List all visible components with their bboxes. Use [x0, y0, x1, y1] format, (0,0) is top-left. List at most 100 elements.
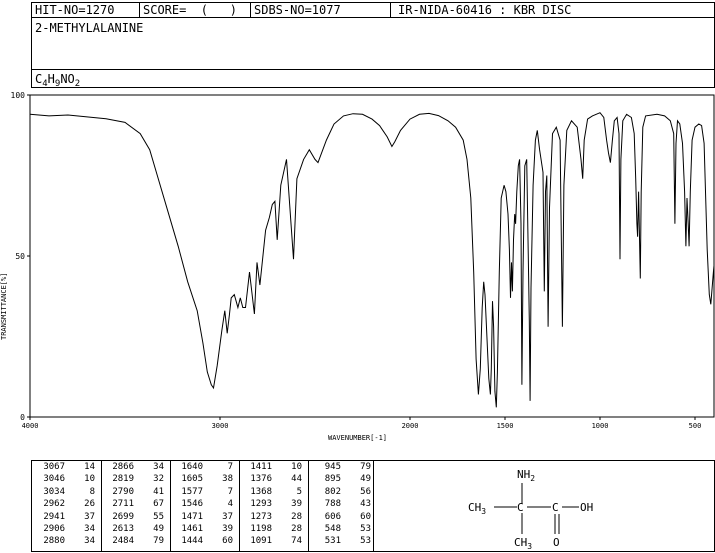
- peak-transmittance: 53: [360, 536, 371, 547]
- y-tick-label: 100: [11, 91, 26, 100]
- peak-transmittance: 28: [291, 524, 302, 534]
- peak-wavenumber: 1293: [250, 499, 272, 510]
- peak-transmittance: 10: [84, 474, 95, 485]
- header-sep-3: [390, 2, 391, 18]
- peak-wavenumber: 531: [324, 536, 341, 547]
- peak-wavenumber: 3067: [43, 462, 65, 472]
- peak-transmittance: 10: [291, 462, 302, 472]
- peak-table-column-separator: [239, 460, 240, 552]
- peak-wavenumber: 2941: [43, 511, 65, 522]
- header-divider-top: [31, 17, 715, 18]
- peak-transmittance: 49: [360, 474, 371, 485]
- structure-diagram: NH2 CH3 C C OH CH3 O: [468, 468, 593, 551]
- peak-wavenumber: 1605: [181, 474, 203, 485]
- peak-transmittance: 38: [222, 474, 233, 485]
- x-tick-label: 4000: [22, 422, 39, 430]
- peak-wavenumber: 945: [324, 462, 341, 472]
- peak-table-column-separator: [308, 460, 309, 552]
- peak-wavenumber: 3046: [43, 474, 65, 485]
- peak-wavenumber: 2866: [112, 462, 134, 472]
- x-tick-label: 3000: [212, 422, 229, 430]
- peak-wavenumber: 1546: [181, 499, 203, 510]
- spectrum-line: [29, 112, 715, 408]
- peak-transmittance: 26: [84, 499, 95, 510]
- peak-table-column-separator: [101, 460, 102, 552]
- peak-transmittance: 55: [153, 511, 164, 522]
- peak-transmittance: 37: [222, 511, 233, 522]
- peak-transmittance: 53: [360, 524, 371, 534]
- peak-transmittance: 34: [84, 524, 95, 534]
- peak-wavenumber: 788: [324, 499, 341, 510]
- ch3-left-group: CH3: [468, 501, 486, 516]
- peak-transmittance: 14: [84, 462, 95, 472]
- header-box: [31, 2, 715, 88]
- peak-transmittance: 34: [84, 536, 95, 547]
- peak-transmittance: 49: [153, 524, 164, 534]
- peak-wavenumber: 1461: [181, 524, 203, 534]
- compound-name: 2-METHYLALANINE: [35, 21, 144, 35]
- score: SCORE= ( ): [143, 3, 237, 17]
- peak-wavenumber: 2699: [112, 511, 134, 522]
- y-axis-label: TRANSMITTANCE[%]: [0, 273, 8, 340]
- peak-wavenumber: 1376: [250, 474, 272, 485]
- ch3-bottom-group: CH3: [514, 536, 532, 551]
- peak-wavenumber: 1640: [181, 462, 203, 472]
- x-axis-label: WAVENUMBER[-1]: [328, 434, 387, 442]
- peak-wavenumber: 1577: [181, 486, 203, 497]
- peak-wavenumber: 1411: [250, 462, 272, 472]
- sdbs-no: SDBS-NO=1077: [254, 3, 341, 17]
- peak-wavenumber: 606: [324, 511, 341, 522]
- peak-wavenumber: 1091: [250, 536, 272, 547]
- peak-wavenumber: 2711: [112, 499, 134, 510]
- peak-transmittance: 56: [360, 486, 371, 497]
- carboxyl-carbon: C: [552, 501, 559, 514]
- measurement-method: IR-NIDA-60416 : KBR DISC: [398, 3, 572, 17]
- peak-transmittance: 41: [153, 486, 164, 497]
- peak-wavenumber: 2962: [43, 499, 65, 510]
- peak-wavenumber: 1444: [181, 536, 203, 547]
- peak-wavenumber: 2790: [112, 486, 134, 497]
- peak-transmittance: 67: [153, 499, 164, 510]
- peak-wavenumber: 802: [324, 486, 341, 497]
- peak-wavenumber: 2484: [112, 536, 134, 547]
- peak-table-column-separator: [170, 460, 171, 552]
- x-tick-label: 1000: [592, 422, 609, 430]
- peak-transmittance: 34: [153, 462, 164, 472]
- peak-transmittance: 7: [227, 462, 233, 472]
- peak-wavenumber: 1273: [250, 511, 272, 522]
- center-carbon: C: [517, 501, 524, 514]
- x-tick-label: 500: [689, 422, 702, 430]
- formula-element: H: [47, 72, 55, 86]
- x-tick-label: 1500: [497, 422, 514, 430]
- peak-transmittance: 5: [296, 486, 302, 497]
- x-tick-label: 2000: [402, 422, 419, 430]
- peak-transmittance: 28: [291, 511, 302, 522]
- peak-transmittance: 39: [222, 524, 233, 534]
- peak-transmittance: 79: [153, 536, 164, 547]
- peak-transmittance: 60: [222, 536, 233, 547]
- peak-transmittance: 39: [291, 499, 302, 510]
- peak-wavenumber: 2819: [112, 474, 134, 485]
- peak-transmittance: 44: [291, 474, 302, 485]
- peak-wavenumber: 3034: [43, 486, 65, 497]
- peak-transmittance: 60: [360, 511, 371, 522]
- header-sep-2: [250, 2, 251, 18]
- peak-wavenumber: 2880: [43, 536, 65, 547]
- peak-wavenumber: 1471: [181, 511, 203, 522]
- peak-transmittance: 4: [227, 499, 233, 510]
- peak-wavenumber: 2906: [43, 524, 65, 534]
- peak-wavenumber: 1368: [250, 486, 272, 497]
- peak-transmittance: 79: [360, 462, 371, 472]
- carbonyl-oxygen: O: [553, 536, 560, 549]
- peak-transmittance: 37: [84, 511, 95, 522]
- peak-wavenumber: 895: [324, 474, 341, 485]
- peak-transmittance: 8: [89, 486, 95, 497]
- peak-transmittance: 7: [227, 486, 233, 497]
- header-sep-1: [139, 2, 140, 18]
- peak-wavenumber: 1198: [250, 524, 272, 534]
- peak-transmittance: 32: [153, 474, 164, 485]
- header-divider-bottom: [31, 69, 715, 70]
- plot-frame: [29, 94, 715, 418]
- hit-no: HIT-NO=1270: [35, 3, 115, 17]
- y-tick-label: 50: [15, 252, 25, 261]
